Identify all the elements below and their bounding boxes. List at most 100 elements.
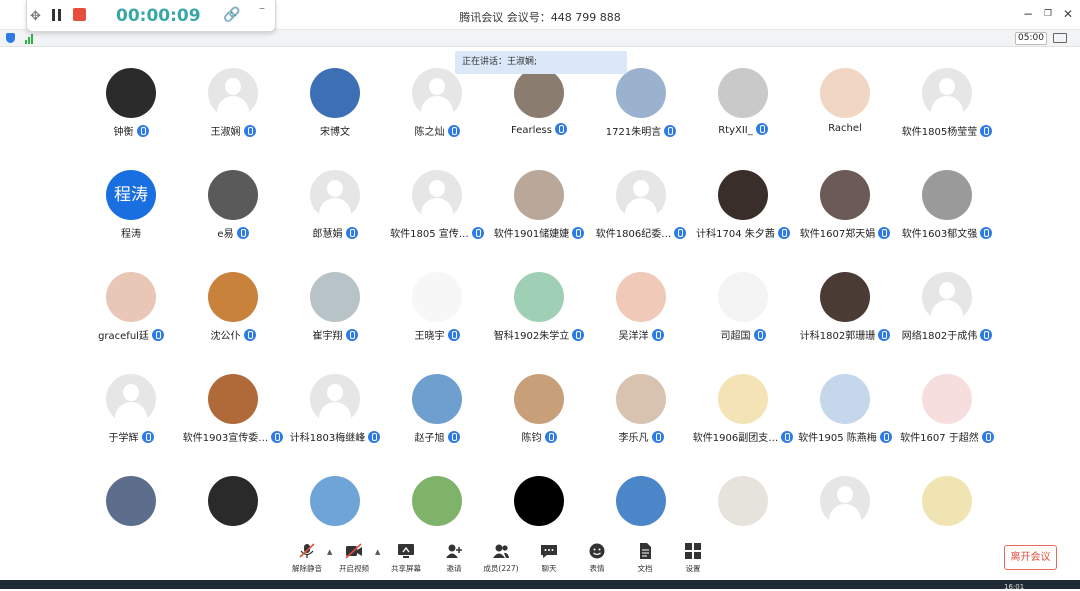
participant-tile[interactable]: 软件1806纪委… — [590, 170, 692, 270]
meeting-duration: 05:00 — [1015, 32, 1047, 45]
apps-button[interactable]: 设置 — [671, 543, 715, 574]
participant-tile[interactable]: 陈钧 — [488, 374, 590, 474]
close-button[interactable]: ✕ — [1060, 6, 1076, 22]
participant-tile[interactable]: RtyXII_ — [692, 68, 794, 168]
participant-name-text: 崔宇翔 — [312, 331, 343, 342]
participant-tile[interactable]: 赵子旭 — [386, 374, 488, 474]
avatar — [412, 476, 462, 526]
start-video-button[interactable]: 开启视频 — [332, 543, 376, 574]
stop-recording-icon[interactable] — [73, 8, 86, 21]
recording-timer: 00:00:09 — [116, 6, 201, 26]
participant-tile[interactable]: 王晓宇 — [386, 272, 488, 372]
avatar — [106, 476, 156, 526]
chat-button[interactable]: 聊天 — [527, 543, 571, 574]
avatar — [208, 374, 258, 424]
document-icon — [640, 543, 651, 559]
participant-tile[interactable]: 陈之灿 — [386, 68, 488, 168]
participant-name-text: 计科1704 朱夕茜 — [696, 229, 775, 240]
muted-mic-icon — [299, 543, 315, 558]
participant-tile[interactable]: 智科1902朱学立 — [488, 272, 590, 372]
leave-meeting-button[interactable]: 离开会议 — [1004, 545, 1057, 570]
participant-tile[interactable]: e易 — [182, 170, 284, 270]
mic-icon — [651, 431, 664, 443]
participant-tile[interactable]: 网络1802于成伟 — [896, 272, 998, 372]
participant-tile[interactable]: 软件1903宣传委… — [182, 374, 284, 474]
participant-tile[interactable]: 软件1805 宣传… — [386, 170, 488, 270]
participant-tile[interactable]: 郎慧娟 — [284, 170, 386, 270]
participant-tile[interactable]: graceful廷 — [80, 272, 182, 372]
participant-tile[interactable]: 计科1802郭珊珊 — [794, 272, 896, 372]
avatar — [412, 374, 462, 424]
minimize-button[interactable]: − — [1020, 6, 1036, 22]
participant-tile[interactable]: 沈公仆 — [182, 272, 284, 372]
participant-name-text: 郎慧娟 — [312, 229, 343, 240]
participant-tile[interactable] — [794, 476, 896, 576]
participant-name-text: 软件1806纪委… — [595, 229, 672, 240]
pause-recording-icon[interactable] — [51, 9, 62, 21]
share-screen-icon — [398, 544, 414, 558]
participant-tile[interactable]: 于学辉 — [80, 374, 182, 474]
share-screen-button[interactable]: 共享屏幕 — [384, 543, 428, 574]
participant-name-text: 于学辉 — [108, 433, 139, 444]
participant-tile[interactable]: Rachel — [794, 68, 896, 168]
avatar — [922, 272, 972, 322]
avatar — [412, 170, 462, 220]
avatar — [514, 170, 564, 220]
mic-icon — [544, 431, 557, 443]
emoji-button[interactable]: 表情 — [575, 543, 619, 574]
invite-button[interactable]: 邀请 — [432, 543, 476, 574]
invite-label: 邀请 — [446, 564, 462, 573]
participant-tile[interactable]: 宋博文 — [284, 68, 386, 168]
network-signal-icon[interactable] — [25, 33, 36, 44]
drag-handle-icon[interactable]: ✥ — [30, 9, 41, 24]
collapse-icon[interactable]: – — [259, 1, 265, 15]
participant-tile[interactable]: 软件1603郁文强 — [896, 170, 998, 270]
mic-icon — [447, 125, 460, 137]
participant-tile[interactable]: 软件1905 陈燕梅 — [794, 374, 896, 474]
link-icon[interactable]: 🔗 — [223, 7, 240, 23]
unmute-button[interactable]: 解除静音 — [285, 543, 329, 574]
participant-tile[interactable] — [80, 476, 182, 576]
participant-name-text: 智科1902朱学立 — [493, 331, 570, 342]
mic-icon — [981, 431, 994, 443]
participant-tile[interactable]: 计科1704 朱夕茜 — [692, 170, 794, 270]
avatar — [616, 272, 666, 322]
participant-tile[interactable]: Fearless — [488, 68, 590, 168]
participant-tile[interactable] — [896, 476, 998, 576]
unmute-label: 解除静音 — [292, 564, 322, 573]
avatar — [922, 374, 972, 424]
participant-name-text: 司超国 — [720, 331, 751, 342]
participant-tile[interactable]: 软件1805杨莹莹 — [896, 68, 998, 168]
documents-button[interactable]: 文档 — [623, 543, 667, 574]
participant-tile[interactable]: 软件1607郑天娟 — [794, 170, 896, 270]
chat-icon — [541, 545, 557, 558]
participant-tile[interactable]: 司超国 — [692, 272, 794, 372]
avatar — [922, 476, 972, 526]
mic-icon — [651, 329, 664, 341]
restore-button[interactable]: ❐ — [1040, 6, 1056, 22]
mic-icon — [345, 227, 358, 239]
avatar — [718, 170, 768, 220]
participant-tile[interactable]: 崔宇翔 — [284, 272, 386, 372]
participant-tile[interactable]: 李乐凡 — [590, 374, 692, 474]
participant-tile[interactable]: 软件1607 于超然 — [896, 374, 998, 474]
fullscreen-icon[interactable] — [1053, 33, 1067, 43]
participant-tile[interactable] — [182, 476, 284, 576]
members-button[interactable]: 成员(227) — [479, 543, 523, 574]
participant-tile[interactable]: 钟衡 — [80, 68, 182, 168]
participant-name-text: 计科1802郭珊珊 — [799, 331, 876, 342]
participant-tile[interactable]: 程涛 程涛 — [80, 170, 182, 270]
security-shield-icon[interactable] — [6, 33, 15, 43]
participant-tile[interactable]: 吴洋洋 — [590, 272, 692, 372]
avatar — [208, 272, 258, 322]
participant-tile[interactable]: 软件1906副团支… — [692, 374, 794, 474]
video-options-caret-icon[interactable]: ▲ — [375, 548, 380, 556]
participant-tile[interactable]: 1721朱明言 — [590, 68, 692, 168]
participant-tile[interactable]: 王淑娴 — [182, 68, 284, 168]
participant-tile[interactable]: 软件1901储婕婕 — [488, 170, 590, 270]
participant-name-text: Fearless — [511, 125, 552, 136]
mic-icon — [141, 431, 154, 443]
avatar — [106, 68, 156, 118]
mic-icon — [243, 125, 256, 137]
participant-tile[interactable]: 计科1803梅继峰 — [284, 374, 386, 474]
